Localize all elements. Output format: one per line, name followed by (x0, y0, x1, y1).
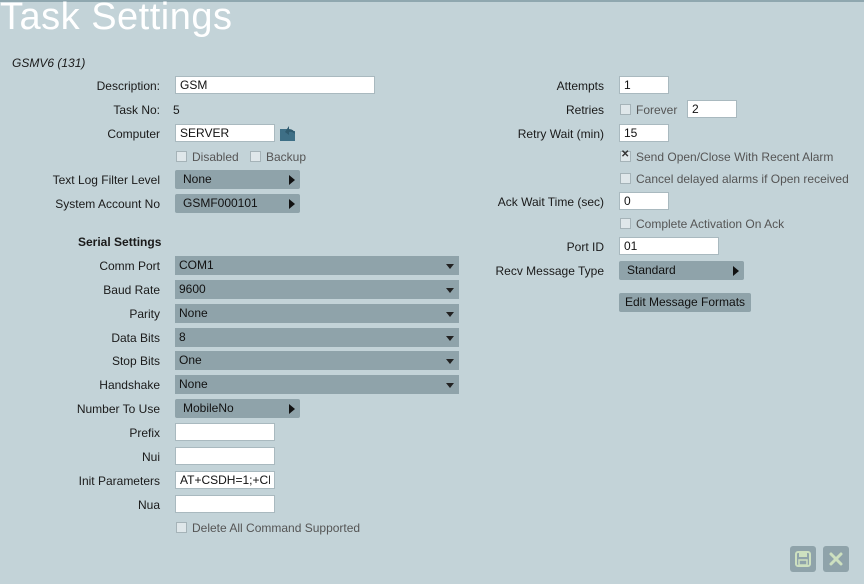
stop-bits-select[interactable]: One (175, 351, 459, 370)
chevron-right-icon (289, 199, 295, 209)
chevron-down-icon (446, 336, 454, 341)
data-bits-select[interactable]: 8 (175, 328, 459, 347)
system-account-label: System Account No (55, 197, 160, 211)
delete-all-command-checkbox[interactable] (176, 522, 187, 533)
computer-label: Computer (107, 127, 160, 141)
data-bits-label: Data Bits (111, 331, 160, 345)
number-to-use-label: Number To Use (76, 402, 160, 416)
handshake-label: Handshake (99, 378, 160, 392)
backup-label: Backup (266, 150, 307, 164)
edit-message-formats-button[interactable]: Edit Message Formats (619, 293, 752, 312)
recv-message-type-select[interactable]: Standard (619, 261, 744, 280)
description-label: Description: (96, 79, 160, 93)
number-to-use-select[interactable]: MobileNo (175, 399, 300, 418)
recv-message-type-label: Recv Message Type (495, 264, 605, 278)
data-bits-value: 8 (179, 330, 186, 344)
complete-activation-checkbox[interactable] (620, 218, 631, 229)
save-icon (795, 551, 811, 570)
text-log-filter-select[interactable]: None (175, 170, 300, 189)
baud-rate-label: Baud Rate (103, 283, 160, 297)
port-id-label: Port ID (566, 240, 604, 254)
close-icon (828, 551, 844, 570)
attempts-label: Attempts (556, 79, 604, 93)
description-input[interactable] (175, 76, 375, 94)
stop-bits-value: One (179, 353, 202, 367)
chevron-right-icon (289, 175, 295, 185)
nui-input[interactable] (175, 447, 275, 465)
retry-wait-label: Retry Wait (min) (517, 127, 604, 141)
baud-rate-value: 9600 (179, 282, 206, 296)
computer-input[interactable] (175, 124, 275, 142)
prefix-label: Prefix (129, 426, 160, 440)
comm-port-label: Comm Port (99, 259, 160, 273)
retries-input[interactable] (687, 100, 737, 118)
cancel-delayed-checkbox[interactable] (620, 173, 631, 184)
forever-checkbox[interactable] (620, 104, 631, 115)
ack-wait-time-label: Ack Wait Time (sec) (497, 195, 604, 209)
ack-wait-time-input[interactable] (619, 192, 669, 210)
chevron-down-icon (446, 383, 454, 388)
send-open-close-label: Send Open/Close With Recent Alarm (636, 150, 834, 164)
text-log-filter-label: Text Log Filter Level (52, 173, 160, 187)
init-parameters-label: Init Parameters (78, 474, 160, 488)
init-parameters-input[interactable] (175, 471, 275, 489)
parity-value: None (179, 306, 208, 320)
delete-all-command-label: Delete All Command Supported (192, 521, 361, 535)
system-account-value: GSMF000101 (183, 196, 258, 210)
send-open-close-checkbox[interactable] (620, 149, 631, 162)
page-title: Task Settings (0, 0, 233, 38)
system-account-select[interactable]: GSMF000101 (175, 194, 300, 213)
save-button[interactable] (790, 546, 816, 572)
forever-label: Forever (636, 103, 678, 117)
attempts-input[interactable] (619, 76, 669, 94)
handshake-select[interactable]: None (175, 375, 459, 394)
prefix-input[interactable] (175, 423, 275, 441)
chevron-down-icon (446, 312, 454, 317)
serial-settings-heading: Serial Settings (78, 235, 162, 249)
retries-label: Retries (565, 103, 604, 117)
cancel-button[interactable] (823, 546, 849, 572)
stop-bits-label: Stop Bits (111, 354, 160, 368)
task-no-label: Task No: (113, 103, 160, 117)
disabled-label: Disabled (192, 150, 239, 164)
task-no-value: 5 (173, 103, 180, 117)
chevron-down-icon (446, 288, 454, 293)
disabled-checkbox[interactable] (176, 151, 187, 162)
parity-select[interactable]: None (175, 304, 459, 323)
recv-message-type-value: Standard (627, 263, 676, 277)
nua-input[interactable] (175, 495, 275, 513)
chevron-down-icon (446, 359, 454, 364)
number-to-use-value: MobileNo (183, 401, 234, 415)
nui-label: Nui (141, 450, 160, 464)
chevron-right-icon (289, 404, 295, 414)
handshake-value: None (179, 377, 208, 391)
complete-activation-label: Complete Activation On Ack (636, 217, 785, 231)
chevron-right-icon (733, 266, 739, 276)
nua-label: Nua (137, 498, 160, 512)
text-log-filter-value: None (183, 172, 212, 186)
comm-port-value: COM1 (179, 258, 214, 272)
parity-label: Parity (129, 307, 160, 321)
retry-wait-input[interactable] (619, 124, 669, 142)
port-id-input[interactable] (619, 237, 719, 255)
baud-rate-select[interactable]: 9600 (175, 280, 459, 299)
task-subtitle: GSMV6 (131) (12, 56, 86, 70)
computer-browse-icon[interactable] (279, 122, 297, 142)
backup-checkbox[interactable] (250, 151, 261, 162)
cancel-delayed-label: Cancel delayed alarms if Open received (636, 172, 849, 186)
